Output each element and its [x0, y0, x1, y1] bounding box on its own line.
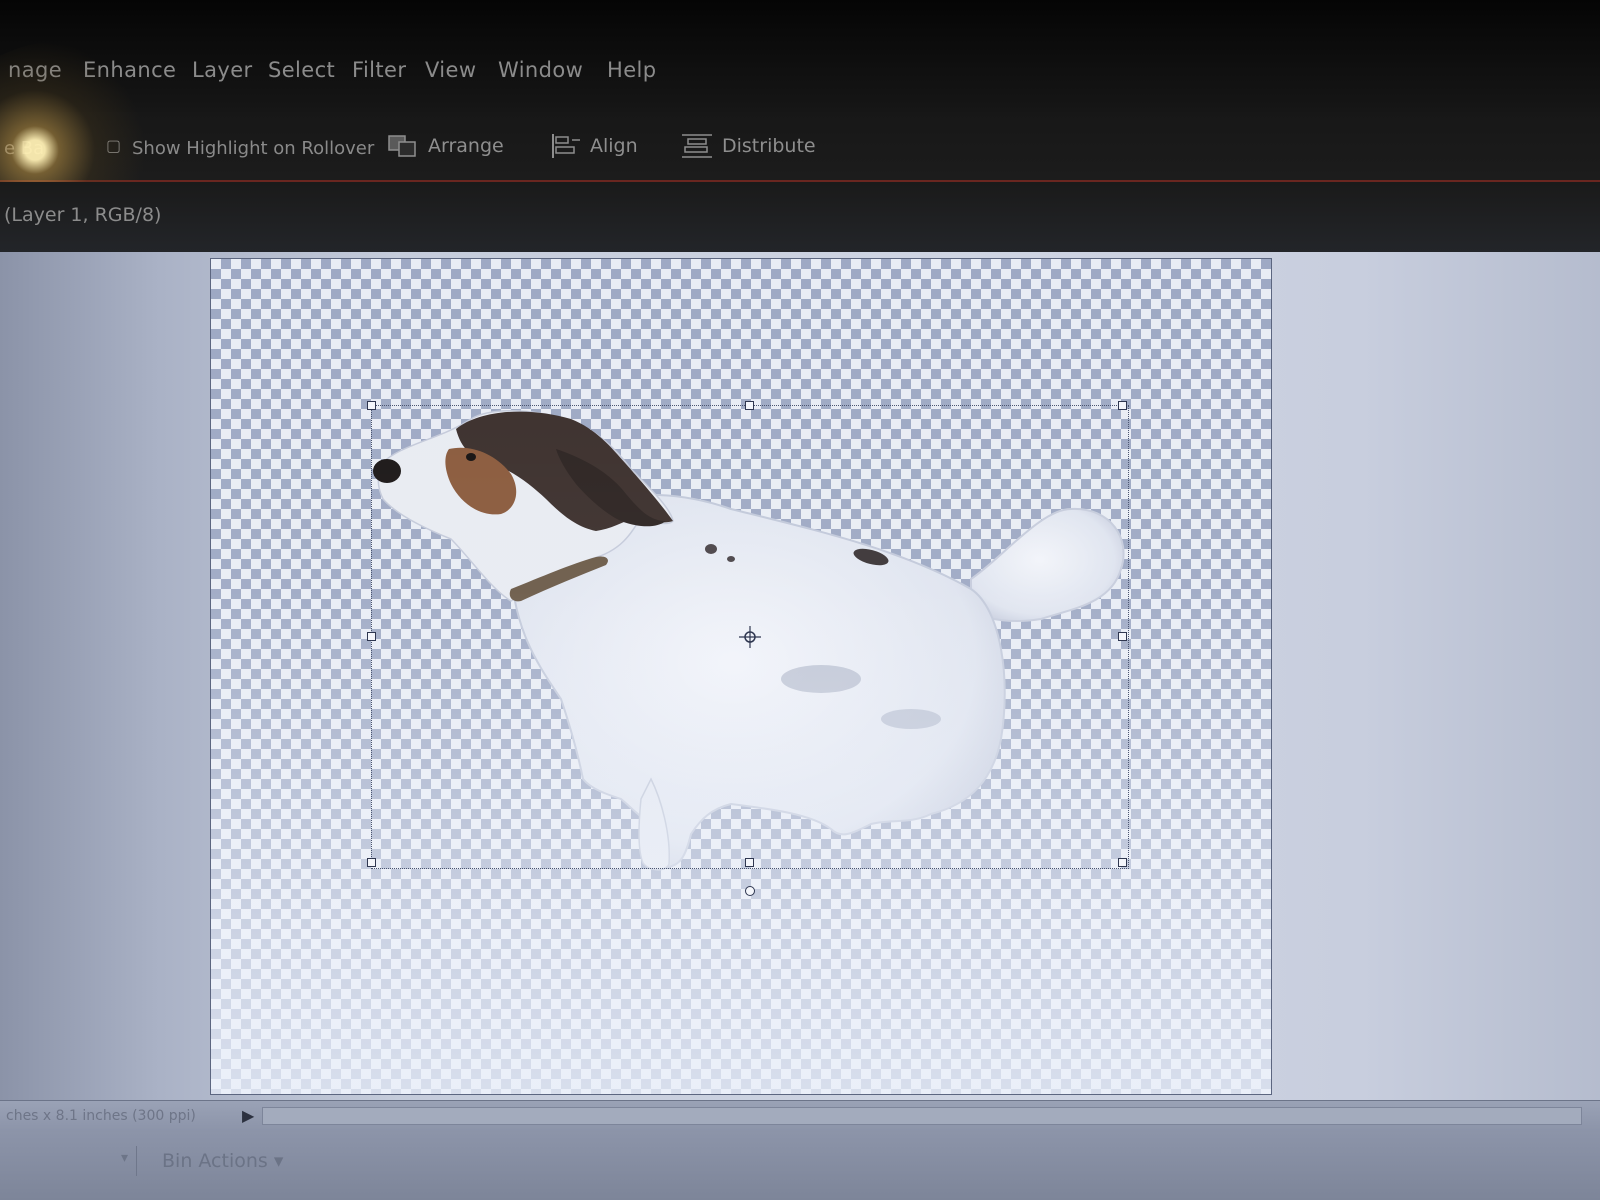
align-icon	[552, 134, 580, 158]
distribute-icon	[682, 134, 712, 158]
horizontal-scrollbar[interactable]	[262, 1107, 1582, 1125]
screen: nage Enhance Layer Select Filter View Wi…	[0, 0, 1600, 1200]
menu-select[interactable]: Select	[268, 58, 335, 82]
arrange-icon	[388, 135, 416, 157]
reference-point-icon[interactable]	[738, 625, 762, 649]
menu-bar: nage Enhance Layer Select Filter View Wi…	[0, 0, 1600, 112]
menu-view[interactable]: View	[425, 58, 476, 82]
bin-dropdown[interactable]: ▾	[0, 1146, 137, 1176]
bin-actions-chevron-icon: ▾	[273, 1150, 284, 1172]
bin-actions-menu[interactable]: Bin Actions ▾	[162, 1150, 283, 1172]
rotate-handle[interactable]	[745, 886, 755, 896]
tool-options-bar: e Ba ▢ Show Highlight on Rollover Arrang…	[0, 112, 1600, 182]
menu-filter[interactable]: Filter	[352, 58, 406, 82]
handle-top-left[interactable]	[367, 401, 376, 410]
document-title-bar: (Layer 1, RGB/8)	[0, 182, 1600, 252]
distribute-button[interactable]: Distribute	[680, 128, 816, 164]
handle-middle-left[interactable]	[367, 632, 376, 641]
document-title: (Layer 1, RGB/8)	[4, 204, 162, 226]
chevron-down-icon: ▾	[120, 1150, 128, 1166]
menu-layer[interactable]: Layer	[192, 58, 253, 82]
show-highlight-label: Show Highlight on Rollover	[132, 138, 375, 159]
image-canvas[interactable]	[210, 258, 1272, 1095]
menu-help[interactable]: Help	[607, 58, 656, 82]
handle-top-middle[interactable]	[745, 401, 754, 410]
align-button[interactable]: Align	[548, 128, 638, 164]
handle-bottom-right[interactable]	[1118, 858, 1127, 867]
options-partial-label: e Ba	[4, 138, 45, 159]
bin-actions-label: Bin Actions	[162, 1150, 268, 1172]
arrange-label: Arrange	[428, 135, 504, 157]
arrange-button[interactable]: Arrange	[386, 128, 504, 164]
status-menu-arrow-icon[interactable]: ▶	[242, 1105, 258, 1127]
handle-top-right[interactable]	[1118, 401, 1127, 410]
handle-bottom-middle[interactable]	[745, 858, 754, 867]
transform-bounding-box[interactable]	[367, 401, 1129, 896]
distribute-label: Distribute	[722, 135, 816, 157]
align-label: Align	[590, 135, 638, 157]
document-size-info: ches x 8.1 inches (300 ppi)	[6, 1108, 196, 1124]
menu-image[interactable]: nage	[8, 58, 62, 82]
handle-middle-right[interactable]	[1118, 632, 1127, 641]
status-bar: ches x 8.1 inches (300 ppi) ▶	[0, 1100, 1600, 1133]
menu-enhance[interactable]: Enhance	[83, 58, 176, 82]
checkbox-show-highlight[interactable]: ▢	[106, 136, 121, 155]
handle-bottom-left[interactable]	[367, 858, 376, 867]
menu-window[interactable]: Window	[498, 58, 583, 82]
bottom-panel: ▾ Bin Actions ▾	[0, 1132, 1600, 1200]
